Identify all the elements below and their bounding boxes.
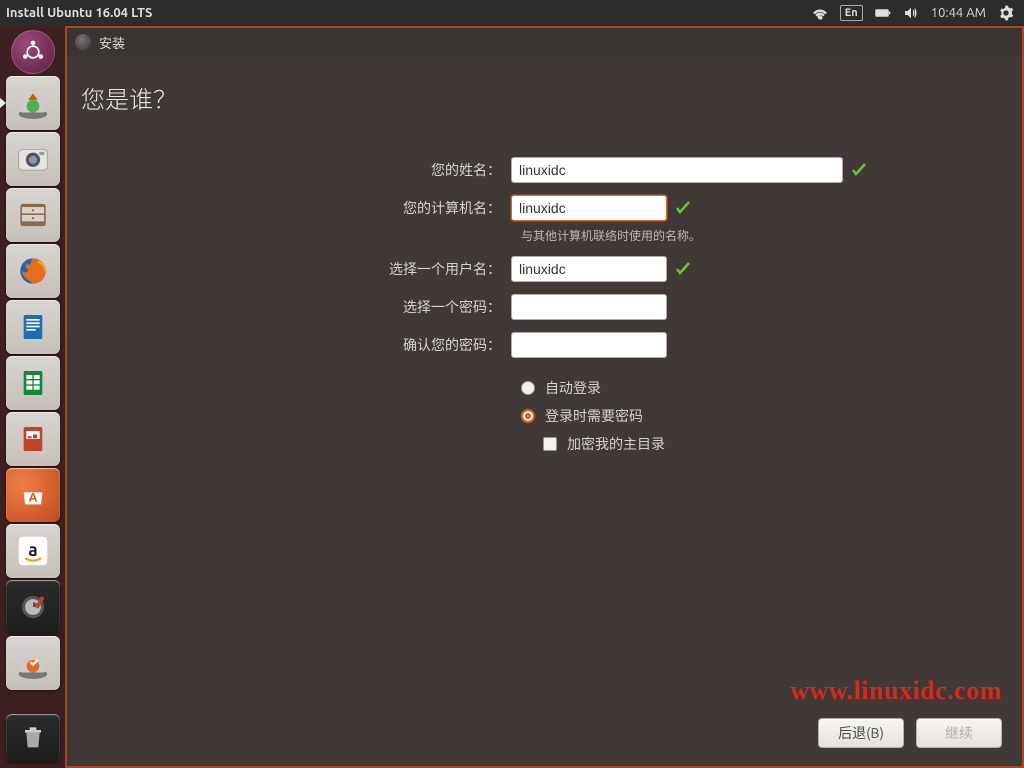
check-icon: [851, 162, 867, 178]
footer-buttons: 后退(B) 继续: [818, 718, 1002, 748]
label-password: 选择一个密码：: [81, 297, 511, 317]
launcher-software-center[interactable]: A: [6, 468, 60, 522]
radio-require-password[interactable]: [521, 409, 535, 423]
user-form: 您的姓名： 您的计算机名： 与其他计算机联络时使用的名称。 选择一个用户名：: [81, 155, 982, 458]
input-password[interactable]: [511, 294, 667, 320]
checkbox-encrypt-home[interactable]: [543, 437, 557, 451]
svg-text:a: a: [28, 541, 37, 560]
watermark-text: www.linuxidc.com: [790, 676, 1002, 706]
active-window-title: Install Ubuntu 16.04 LTS: [6, 6, 152, 20]
launcher-firefox[interactable]: [6, 244, 60, 298]
network-indicator-icon[interactable]: [812, 5, 828, 21]
back-button[interactable]: 后退(B): [818, 718, 904, 748]
session-gear-icon[interactable]: [998, 5, 1014, 21]
top-panel: Install Ubuntu 16.04 LTS En 10:44 AM: [0, 0, 1024, 26]
launcher-files[interactable]: [6, 188, 60, 242]
label-name: 您的姓名：: [81, 160, 511, 180]
label-encrypt-home: 加密我的主目录: [567, 434, 665, 454]
check-icon: [675, 200, 691, 216]
clock[interactable]: 10:44 AM: [931, 6, 986, 20]
label-hostname: 您的计算机名：: [81, 198, 511, 218]
installer-content: 您是谁？ 您的姓名： 您的计算机名： 与其他计算机联络时使用的名称。 选择一个用…: [67, 56, 1022, 766]
launcher-writer[interactable]: [6, 300, 60, 354]
launcher-calc[interactable]: [6, 356, 60, 410]
launcher-settings[interactable]: [6, 580, 60, 634]
keyboard-layout-indicator[interactable]: En: [840, 5, 863, 21]
hostname-help: 与其他计算机联络时使用的名称。: [521, 227, 982, 244]
input-name[interactable]: [511, 157, 843, 183]
launcher-impress[interactable]: [6, 412, 60, 466]
launcher: A a: [0, 26, 65, 768]
label-auto-login: 自动登录: [545, 378, 601, 398]
window-title: 安装: [99, 33, 125, 52]
window-titlebar[interactable]: 安装: [67, 28, 1022, 56]
input-username[interactable]: [511, 256, 667, 282]
label-username: 选择一个用户名：: [81, 259, 511, 279]
label-require-password: 登录时需要密码: [545, 406, 643, 426]
check-icon: [675, 261, 691, 277]
svg-text:A: A: [28, 492, 37, 505]
dash-button[interactable]: [11, 30, 55, 74]
sound-indicator-icon[interactable]: [903, 5, 919, 21]
window-app-icon: [75, 34, 91, 50]
launcher-photos[interactable]: [6, 132, 60, 186]
indicator-area: En 10:44 AM: [812, 5, 1018, 21]
launcher-ubiquity[interactable]: [6, 76, 60, 130]
page-title: 您是谁？: [81, 80, 982, 115]
battery-indicator-icon[interactable]: [875, 5, 891, 21]
continue-button[interactable]: 继续: [916, 718, 1002, 748]
label-confirm: 确认您的密码：: [81, 335, 511, 355]
input-hostname[interactable]: [511, 195, 667, 221]
launcher-amazon[interactable]: a: [6, 524, 60, 578]
login-options: 自动登录 登录时需要密码 加密我的主目录: [521, 374, 982, 458]
input-confirm-password[interactable]: [511, 332, 667, 358]
launcher-trash[interactable]: [6, 714, 60, 762]
launcher-ubiquity-livecd[interactable]: [6, 636, 60, 690]
installer-window: 安装 您是谁？ 您的姓名： 您的计算机名： 与其他计算机联络时使用的名称。: [65, 26, 1024, 768]
radio-auto-login[interactable]: [521, 381, 535, 395]
